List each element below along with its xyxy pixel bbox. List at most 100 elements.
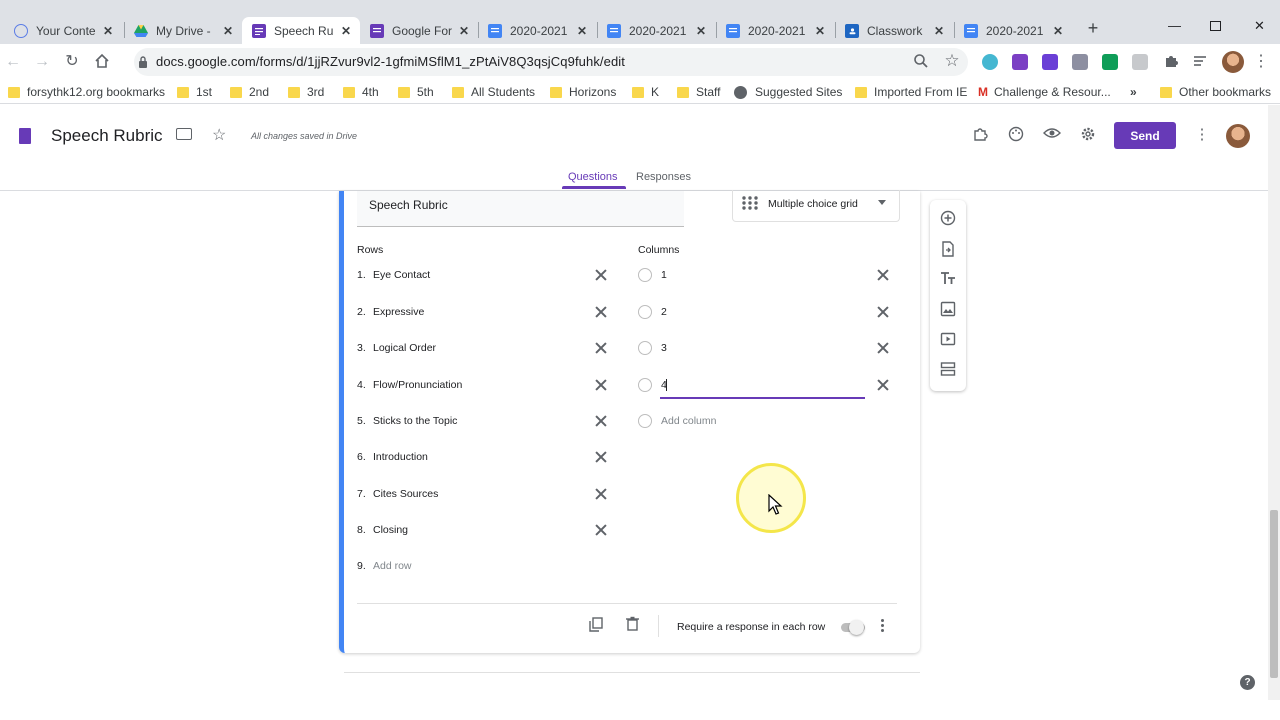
remove-row-icon[interactable]	[594, 305, 608, 319]
remove-row-icon[interactable]	[594, 450, 608, 464]
grid-row[interactable]: 1. Eye Contact	[357, 265, 612, 285]
avatar[interactable]	[1226, 124, 1250, 148]
scrollbar-thumb[interactable]	[1270, 510, 1278, 678]
restore-icon[interactable]	[1210, 21, 1221, 31]
form-title[interactable]: Speech Rubric	[51, 126, 163, 146]
tab-questions[interactable]: Questions	[568, 171, 618, 183]
bookmark-item[interactable]: Suggested Sites	[734, 85, 842, 99]
column-label[interactable]: 1	[661, 269, 667, 281]
bookmark-item[interactable]: Horizons	[550, 85, 616, 99]
import-questions-icon[interactable]	[940, 241, 956, 257]
grid-row[interactable]: 5. Sticks to the Topic	[357, 411, 612, 431]
zoom-search-icon[interactable]	[912, 53, 930, 71]
profile-avatar[interactable]	[1222, 51, 1244, 73]
grid-row[interactable]: 8. Closing	[357, 520, 612, 540]
remove-row-icon[interactable]	[594, 341, 608, 355]
addons-icon[interactable]	[971, 126, 989, 144]
bookmark-item[interactable]: Other bookmarks	[1160, 85, 1271, 99]
close-tab-icon[interactable]: ✕	[220, 24, 236, 38]
grid-row[interactable]: 2. Expressive	[357, 302, 612, 322]
close-tab-icon[interactable]: ✕	[100, 24, 116, 38]
settings-gear-icon[interactable]	[1079, 126, 1097, 144]
close-tab-icon[interactable]: ✕	[812, 24, 828, 38]
add-video-icon[interactable]	[940, 331, 956, 347]
forward-icon[interactable]: →	[33, 53, 51, 71]
bookmark-item[interactable]: 5th	[398, 85, 434, 99]
remove-row-icon[interactable]	[594, 523, 608, 537]
extension-icon[interactable]	[982, 54, 998, 70]
browser-tab[interactable]: 2020-2021 ✕	[716, 17, 834, 44]
close-tab-icon[interactable]: ✕	[456, 24, 472, 38]
remove-column-icon[interactable]	[876, 305, 890, 319]
row-label[interactable]: Sticks to the Topic	[373, 415, 612, 427]
remove-column-icon[interactable]	[876, 268, 890, 282]
close-window-icon[interactable]: ✕	[1254, 18, 1265, 34]
row-label[interactable]: Expressive	[373, 306, 612, 318]
home-icon[interactable]	[93, 53, 111, 71]
browser-tab[interactable]: My Drive - ✕	[124, 17, 242, 44]
grid-row[interactable]: 3. Logical Order	[357, 338, 612, 358]
remove-column-icon[interactable]	[876, 341, 890, 355]
minimize-icon[interactable]: —	[1168, 18, 1181, 33]
duplicate-icon[interactable]	[589, 617, 603, 632]
tab-responses[interactable]: Responses	[636, 171, 691, 183]
browser-tab[interactable]: 2020-2021 ✕	[478, 17, 596, 44]
add-title-icon[interactable]	[940, 270, 956, 286]
extension-icon[interactable]	[1132, 54, 1148, 70]
row-label[interactable]: Closing	[373, 524, 612, 536]
grid-column[interactable]: 2	[638, 302, 667, 322]
grid-row[interactable]: 6. Introduction	[357, 447, 612, 467]
remove-row-icon[interactable]	[594, 268, 608, 282]
sheets-extension-icon[interactable]	[1102, 54, 1118, 70]
send-button[interactable]: Send	[1114, 122, 1176, 149]
pdf-extension-icon[interactable]	[1072, 54, 1088, 70]
grid-column[interactable]: 1	[638, 265, 667, 285]
bookmark-item[interactable]: 1st	[177, 85, 212, 99]
add-question-icon[interactable]	[940, 210, 956, 226]
browser-tab[interactable]: 2020-2021 ✕	[597, 17, 715, 44]
add-image-icon[interactable]	[940, 301, 956, 317]
add-row[interactable]: 9. Add row	[357, 556, 612, 576]
grid-column[interactable]: 3	[638, 338, 667, 358]
grid-row[interactable]: 4. Flow/Pronunciation	[357, 375, 612, 395]
column-label[interactable]: 3	[661, 342, 667, 354]
bookmark-star-icon[interactable]: ☆	[943, 52, 961, 70]
browser-tab[interactable]: Google For ✕	[360, 17, 478, 44]
move-to-folder-icon[interactable]	[176, 128, 192, 140]
chrome-menu-icon[interactable]: ⋮	[1252, 53, 1270, 71]
bookmark-item[interactable]: K	[632, 85, 659, 99]
more-options-icon[interactable]: ⋮	[1193, 126, 1211, 144]
grid-column-editing[interactable]: 4	[638, 375, 667, 395]
bookmark-item[interactable]: Imported From IE	[855, 85, 967, 99]
add-column-label[interactable]: Add column	[661, 415, 716, 427]
extension-icon[interactable]	[1042, 54, 1058, 70]
browser-tab[interactable]: Your Conte ✕	[4, 17, 122, 44]
forms-logo-icon[interactable]	[19, 128, 31, 144]
bookmark-item[interactable]: 4th	[343, 85, 379, 99]
add-column[interactable]: Add column	[638, 411, 716, 431]
bookmark-item[interactable]: M Challenge & Resour...	[978, 85, 1111, 99]
require-toggle-knob[interactable]	[849, 620, 864, 635]
extensions-puzzle-icon[interactable]	[1162, 53, 1180, 71]
new-tab-icon[interactable]: +	[1084, 19, 1102, 37]
column-label[interactable]: 2	[661, 306, 667, 318]
remove-row-icon[interactable]	[594, 487, 608, 501]
reload-icon[interactable]: ↻	[63, 53, 81, 71]
add-section-icon[interactable]	[940, 361, 956, 377]
bookmark-item[interactable]: Staff	[677, 85, 720, 99]
close-tab-icon[interactable]: ✕	[931, 24, 947, 38]
close-tab-icon[interactable]: ✕	[338, 24, 354, 38]
bookmark-item[interactable]: forsythk12.org bookmarks	[8, 85, 165, 99]
grid-row[interactable]: 7. Cites Sources	[357, 484, 612, 504]
bookmark-item[interactable]: All Students	[452, 85, 535, 99]
browser-tab[interactable]: 2020-2021 ✕	[954, 17, 1072, 44]
help-icon[interactable]: ?	[1240, 675, 1255, 690]
browser-tab-active[interactable]: Speech Ru ✕	[242, 17, 360, 44]
star-icon[interactable]: ☆	[212, 125, 226, 145]
row-label[interactable]: Eye Contact	[373, 269, 612, 281]
delete-icon[interactable]	[626, 616, 639, 631]
more-vert-icon[interactable]	[877, 618, 889, 634]
bookmark-item[interactable]: 2nd	[230, 85, 269, 99]
close-tab-icon[interactable]: ✕	[693, 24, 709, 38]
preview-eye-icon[interactable]	[1043, 126, 1061, 144]
